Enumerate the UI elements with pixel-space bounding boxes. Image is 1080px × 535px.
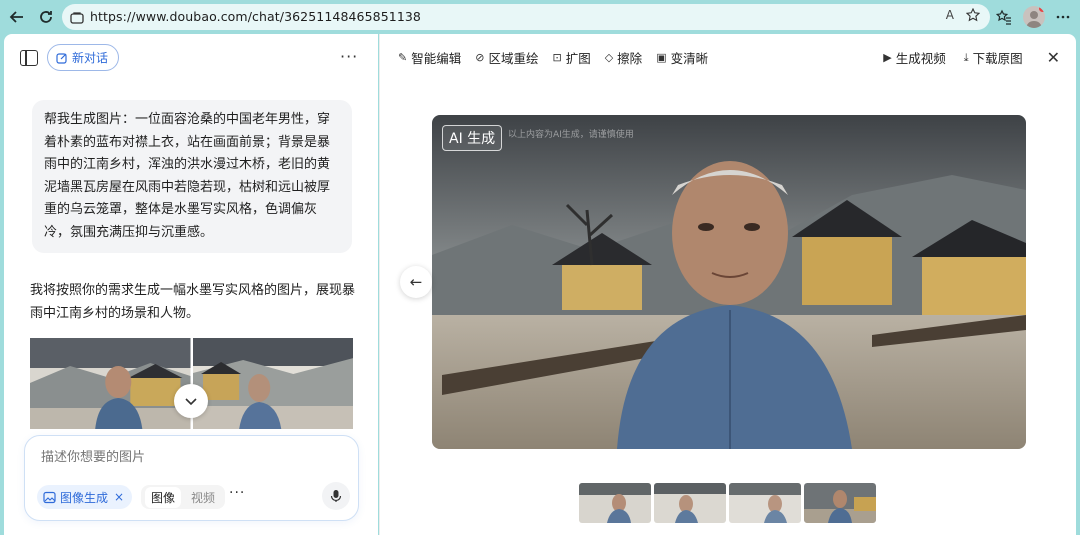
generate-video-button[interactable]: ▶ 生成视频 — [883, 48, 945, 67]
prompt-input[interactable] — [41, 450, 331, 465]
generated-image-thumbnail[interactable] — [30, 338, 191, 429]
smart-edit-label: 智能编辑 — [411, 51, 462, 66]
thumbnail-1[interactable] — [579, 483, 651, 523]
ai-generated-badge: AI 生成 — [442, 125, 503, 151]
image-icon — [43, 491, 56, 503]
collections-icon[interactable] — [993, 6, 1015, 28]
image-viewer: ✎ 智能编辑 ⊘ 区域重绘 ⊡ 扩图 ◇ 擦除 ▣ 变清晰 ▶ 生成视频 ⤓ 下… — [379, 34, 1076, 535]
video-icon: ▶ — [883, 51, 892, 64]
hd-icon: ▣ — [656, 51, 667, 64]
refresh-icon[interactable] — [35, 6, 57, 28]
download-label: 下载原图 — [972, 51, 1023, 66]
composer: 图像生成 × 图像 视频 ··· — [24, 435, 359, 521]
chat-panel: 新对话 ··· 帮我生成图片：一位面容沧桑的中国老年男性，穿着朴素的蓝布对襟上衣… — [4, 34, 378, 535]
magic-wand-icon: ✎ — [398, 51, 408, 64]
image-generation-label: 图像生成 — [60, 490, 109, 505]
address-bar[interactable]: https://www.doubao.com/chat/362511484658… — [62, 4, 990, 30]
expand-button[interactable]: ⊡ 扩图 — [552, 48, 590, 67]
expand-icon: ⊡ — [552, 51, 562, 64]
user-message: 帮我生成图片：一位面容沧桑的中国老年男性，穿着朴素的蓝布对襟上衣，站在画面前景；… — [32, 100, 352, 253]
erase-button[interactable]: ◇ 擦除 — [605, 48, 642, 67]
thumbnail-2[interactable] — [654, 483, 726, 523]
region-redraw-button[interactable]: ⊘ 区域重绘 — [475, 48, 538, 67]
microphone-button[interactable] — [322, 482, 350, 510]
erase-label: 擦除 — [617, 51, 643, 66]
edit-icon — [56, 52, 67, 64]
thumbnail-4[interactable] — [802, 481, 878, 525]
generated-image[interactable]: AI 生成 以上内容为AI生成，请谨慎使用 — [432, 115, 1026, 449]
image-thumbnail-strip — [579, 481, 878, 525]
generated-image-thumbnail[interactable] — [192, 338, 353, 429]
download-original-button[interactable]: ⤓ 下载原图 — [964, 48, 1023, 67]
composer-more-icon[interactable]: ··· — [229, 485, 245, 501]
browser-menu-icon[interactable] — [1052, 6, 1074, 28]
new-chat-button[interactable]: 新对话 — [47, 44, 120, 71]
sidebar-toggle-icon[interactable] — [20, 50, 38, 66]
download-icon: ⤓ — [963, 50, 969, 64]
close-chip-icon[interactable]: × — [114, 490, 124, 504]
scroll-down-button[interactable] — [174, 384, 208, 418]
browser-toolbar: https://www.doubao.com/chat/362511484658… — [0, 0, 1080, 34]
expand-label: 扩图 — [565, 51, 591, 66]
url-text[interactable]: https://www.doubao.com/chat/362511484658… — [90, 9, 421, 24]
back-icon[interactable] — [6, 6, 28, 28]
tab-video[interactable]: 视频 — [185, 487, 221, 508]
read-aloud-icon[interactable]: A — [946, 8, 954, 25]
favorite-star-icon[interactable] — [965, 7, 981, 25]
image-generation-chip[interactable]: 图像生成 × — [37, 485, 133, 509]
new-chat-label: 新对话 — [72, 51, 109, 65]
microphone-icon — [330, 490, 342, 502]
ai-watermark: 以上内容为AI生成，请谨慎使用 — [508, 130, 634, 140]
close-icon[interactable]: ✕ — [1047, 48, 1060, 67]
sharpen-button[interactable]: ▣ 变清晰 — [656, 48, 708, 67]
chevron-down-icon — [185, 398, 197, 406]
thumbnail-3[interactable] — [729, 483, 801, 523]
edit-toolbar: ✎ 智能编辑 ⊘ 区域重绘 ⊡ 扩图 ◇ 擦除 ▣ 变清晰 — [398, 48, 708, 67]
smart-edit-button[interactable]: ✎ 智能编辑 — [398, 48, 461, 67]
previous-image-button[interactable]: ← — [400, 266, 432, 298]
notification-dot — [1039, 6, 1045, 12]
assistant-message: 我将按照你的需求生成一幅水墨写实风格的图片，展现暴雨中江南乡村的场景和人物。 — [30, 283, 356, 321]
mode-tabs: 图像 视频 — [141, 485, 226, 509]
profile-avatar[interactable] — [1023, 6, 1045, 28]
brush-icon: ⊘ — [475, 51, 485, 64]
site-info-icon[interactable] — [70, 10, 84, 29]
eraser-icon: ◇ — [604, 51, 614, 64]
viewer-actions: ▶ 生成视频 ⤓ 下载原图 ✕ — [883, 48, 1060, 67]
tab-image[interactable]: 图像 — [145, 486, 182, 508]
region-redraw-label: 区域重绘 — [488, 51, 539, 66]
more-options-icon[interactable]: ··· — [340, 47, 358, 66]
sharpen-label: 变清晰 — [670, 51, 709, 66]
generate-video-label: 生成视频 — [895, 51, 946, 66]
